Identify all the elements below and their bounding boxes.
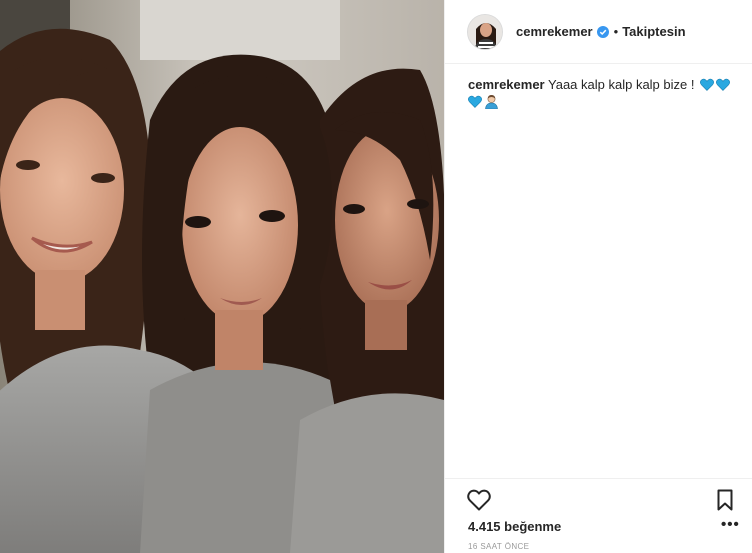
heart-icon[interactable] — [467, 489, 491, 511]
blue-heart-emoji-icon — [700, 78, 715, 91]
blue-heart-emoji-icon — [716, 78, 731, 91]
caption-text: Yaaa kalp kalp kalp bize ! — [548, 77, 695, 92]
likes-count[interactable]: 4.415 beğenme — [468, 519, 561, 534]
username-link[interactable]: cemrekemer — [516, 24, 593, 39]
separator-dot: • — [613, 24, 619, 39]
more-options-button[interactable]: ••• — [721, 516, 740, 533]
bookmark-icon[interactable] — [717, 489, 733, 511]
post-header: cemrekemer • Takiptesin — [445, 0, 752, 64]
post-sidebar: cemrekemer • Takiptesin cemrekemer Yaaa … — [444, 0, 752, 553]
person-emoji-icon — [485, 95, 498, 109]
post-caption: cemrekemer Yaaa kalp kalp kalp bize ! — [445, 64, 752, 110]
verified-badge-icon — [596, 25, 609, 38]
action-bar — [445, 478, 752, 518]
selfie-image — [0, 0, 444, 553]
post-photo[interactable] — [0, 0, 444, 553]
post-timestamp[interactable]: 16 SAAT ÖNCE — [468, 542, 529, 551]
avatar[interactable] — [467, 13, 503, 50]
following-button[interactable]: Takiptesin — [622, 24, 685, 39]
caption-username-link[interactable]: cemrekemer — [468, 77, 545, 92]
blue-heart-emoji-icon — [468, 95, 482, 108]
